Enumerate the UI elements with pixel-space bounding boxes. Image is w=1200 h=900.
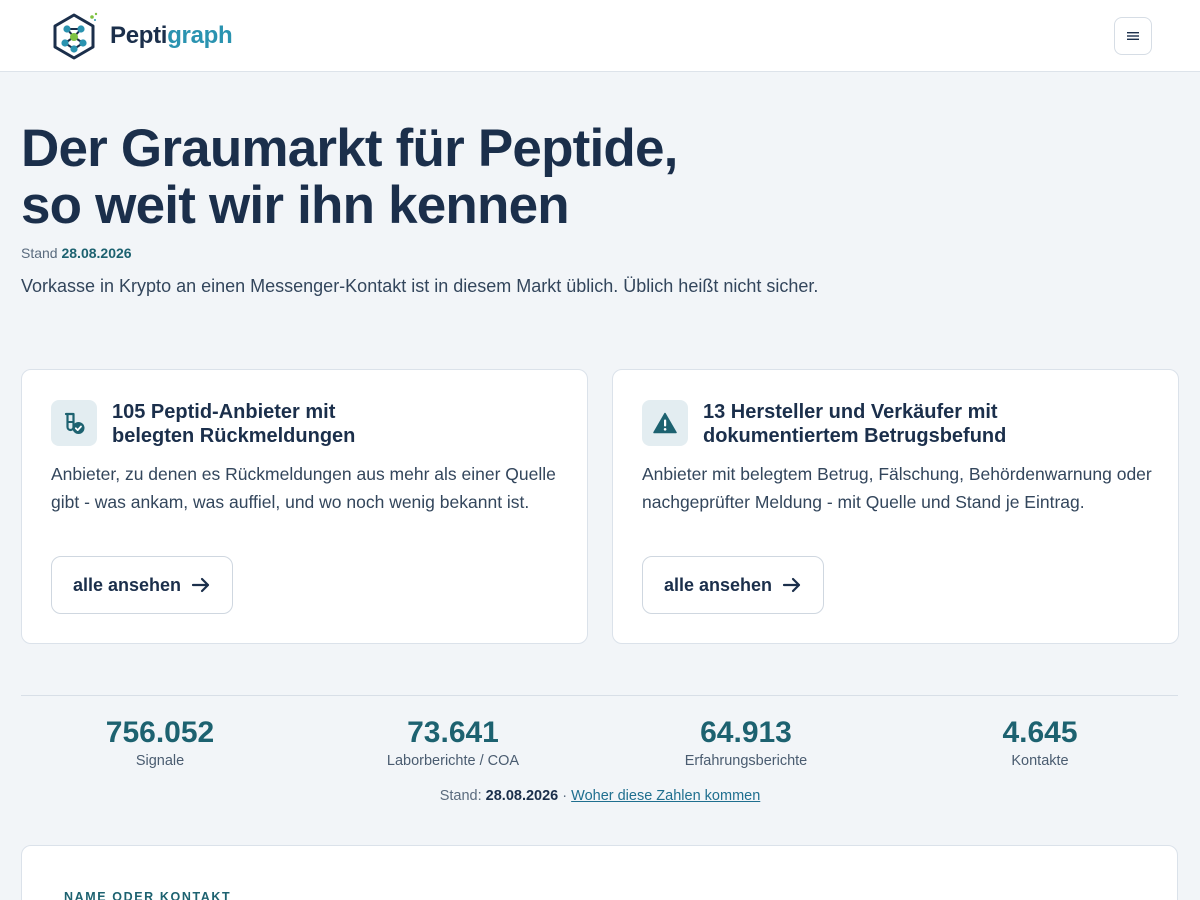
- vial-check-icon: [64, 412, 85, 434]
- card-title-line1: 105 Peptid-Anbieter mit: [112, 401, 336, 423]
- section-divider: [21, 695, 1178, 696]
- search-field-label: NAME ODER KONTAKT: [64, 890, 232, 900]
- arrow-right-icon: [782, 577, 801, 593]
- card-icon-box: [642, 400, 688, 446]
- stat-value: 64.913: [700, 716, 792, 749]
- view-all-providers-button[interactable]: alle ansehen: [51, 556, 234, 614]
- card-title-line1: 13 Hersteller und Verkäufer mit: [703, 401, 998, 423]
- brand-name-part1: Pepti: [110, 22, 168, 49]
- stat-label: Erfahrungsberichte: [684, 753, 808, 769]
- stats-note-label: Stand:: [439, 788, 482, 804]
- card-fraud: 13 Hersteller und Verkäufer mit dokument…: [612, 369, 1179, 644]
- page-title: Der Graumarkt für Peptide, so weit wir i…: [21, 120, 921, 234]
- stat-label: Signale: [135, 753, 185, 769]
- stats-note-separator: ·: [562, 788, 568, 804]
- card-description: Anbieter mit belegtem Betrug, Fälschung,…: [642, 464, 1152, 512]
- stats-note-date: 28.08.2026: [485, 788, 559, 804]
- brand-name-part2: graph: [167, 22, 233, 49]
- warning-icon: [653, 412, 677, 434]
- card-description: Anbieter, zu denen es Rückmeldungen aus …: [51, 464, 556, 512]
- stand-info: Stand 28.08.2026: [21, 245, 132, 261]
- site-header: Peptigraph: [0, 0, 1200, 72]
- stand-label: Stand: [21, 245, 58, 261]
- view-all-fraud-button[interactable]: alle ansehen: [642, 556, 825, 614]
- stat-value: 73.641: [407, 716, 499, 749]
- button-label: alle ansehen: [73, 574, 182, 595]
- card-title: 105 Peptid-Anbieter mit belegten Rückmel…: [112, 400, 552, 448]
- stat-experience-reports: 64.913 Erfahrungsberichte: [601, 714, 891, 769]
- stat-contacts: 4.645 Kontakte: [895, 714, 1185, 769]
- brand-name: Peptigraph: [110, 22, 233, 50]
- stats-note: Stand: 28.08.2026 · Woher diese Zahlen k…: [0, 788, 1200, 804]
- card-icon-box: [51, 400, 97, 446]
- hamburger-icon: [1127, 32, 1139, 40]
- button-label: alle ansehen: [664, 574, 773, 595]
- stat-lab-reports: 73.641 Laborberichte / COA: [308, 714, 598, 769]
- stat-label: Laborberichte / COA: [386, 753, 520, 769]
- stat-value: 756.052: [105, 716, 215, 749]
- molecule-logo-icon: [53, 12, 98, 60]
- lead-text: Vorkasse in Krypto an einen Messenger-Ko…: [21, 276, 819, 296]
- arrow-right-icon: [191, 577, 210, 593]
- stand-date: 28.08.2026: [61, 245, 132, 261]
- card-providers: 105 Peptid-Anbieter mit belegten Rückmel…: [21, 369, 588, 644]
- menu-button[interactable]: [1114, 17, 1152, 55]
- page-title-line1: Der Graumarkt für Peptide,: [21, 119, 678, 178]
- search-panel: NAME ODER KONTAKT: [21, 845, 1178, 900]
- page-title-line2: so weit wir ihn kennen: [21, 176, 570, 235]
- stat-label: Kontakte: [1011, 753, 1069, 769]
- card-title-line2: belegten Rückmeldungen: [112, 425, 356, 447]
- card-title: 13 Hersteller und Verkäufer mit dokument…: [703, 400, 1143, 448]
- data-sources-link[interactable]: Woher diese Zahlen kommen: [571, 788, 760, 804]
- stat-signals: 756.052 Signale: [15, 714, 305, 769]
- stat-value: 4.645: [1002, 716, 1078, 749]
- brand-logo[interactable]: Peptigraph: [52, 12, 233, 60]
- card-title-line2: dokumentiertem Betrugsbefund: [703, 425, 1007, 447]
